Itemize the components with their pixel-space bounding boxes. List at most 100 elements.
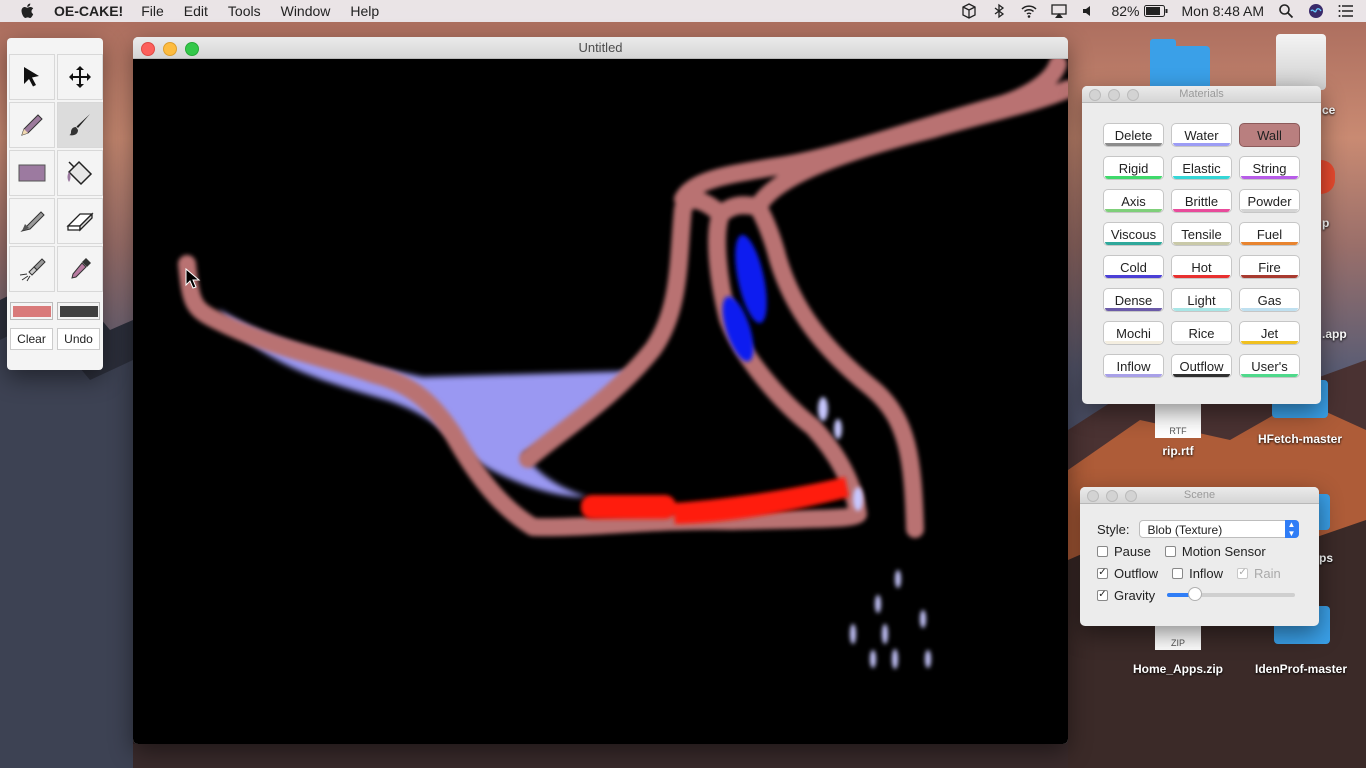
bluetooth-icon[interactable] [991,3,1007,19]
motion-sensor-checkbox[interactable]: Motion Sensor [1164,544,1266,559]
gravity-slider[interactable] [1167,587,1296,601]
material-string-button[interactable]: String [1240,157,1299,179]
menu-edit[interactable]: Edit [184,3,208,19]
zoom-button[interactable] [1125,490,1137,502]
material-users-button[interactable]: User's [1240,355,1299,377]
material-light-button[interactable]: Light [1172,289,1231,311]
canvas-window-titlebar[interactable]: Untitled [133,37,1068,59]
material-fire-button[interactable]: Fire [1240,256,1299,278]
material-inflow-button[interactable]: Inflow [1104,355,1163,377]
gravity-label: Gravity [1114,587,1156,603]
primary-color-swatch[interactable] [10,302,53,320]
airplay-icon[interactable] [1051,3,1068,19]
material-jet-button[interactable]: Jet [1240,322,1299,344]
rectangle-icon [18,164,46,182]
close-button[interactable] [141,42,155,56]
menu-help[interactable]: Help [350,3,379,19]
clear-button[interactable]: Clear [10,328,53,350]
desktop-rtf-file[interactable]: RTF rip.rtf [1148,404,1208,458]
pause-checkbox[interactable]: Pause [1097,544,1151,559]
minimize-button[interactable] [1106,490,1118,502]
material-rigid-button[interactable]: Rigid [1104,157,1163,179]
scene-titlebar[interactable]: Scene [1080,487,1319,504]
apple-logo-icon[interactable] [20,3,34,19]
material-cold-button[interactable]: Cold [1104,256,1163,278]
desktop-drive-icon[interactable] [1276,34,1326,90]
checkbox-icon: ✓ [1097,567,1108,579]
material-powder-button[interactable]: Powder [1240,190,1299,212]
menu-window[interactable]: Window [281,3,331,19]
material-elastic-button[interactable]: Elastic [1172,157,1231,179]
app-name-menu[interactable]: OE-CAKE! [54,3,123,19]
knife-tool-button[interactable] [9,198,55,244]
volume-icon[interactable] [1081,3,1097,19]
material-gas-button[interactable]: Gas [1240,289,1299,311]
style-select[interactable]: Blob (Texture) ▲ ▼ [1138,520,1299,538]
desktop-label-idenprof: IdenProf-master [1254,662,1348,676]
paint-bucket-icon [67,160,93,186]
materials-titlebar[interactable]: Materials [1082,86,1321,103]
desktop-zip-file[interactable]: ZIP Home_Apps.zip [1128,626,1228,676]
eraser-tool-button[interactable] [57,198,103,244]
select-arrows-icon: ▲ ▼ [1284,520,1299,538]
rectangle-tool-button[interactable] [9,150,55,196]
wifi-icon[interactable] [1021,3,1037,19]
close-button[interactable] [1087,490,1099,502]
minimize-button[interactable] [1108,89,1120,101]
materials-title: Materials [1179,88,1224,100]
material-rice-button[interactable]: Rice [1172,322,1231,344]
fill-tool-button[interactable] [57,150,103,196]
menu-bar: OE-CAKE! File Edit Tools Window Help 82%… [0,0,1366,22]
desktop-partial-label-p: p [1322,216,1330,230]
outflow-label: Outflow [1114,565,1159,581]
undo-button[interactable]: Undo [57,328,100,350]
menu-tools[interactable]: Tools [228,3,261,19]
material-wall-button[interactable]: Wall [1240,124,1299,146]
secondary-color-swatch[interactable] [57,302,100,320]
material-brittle-button[interactable]: Brittle [1172,190,1231,212]
desktop-red-app-icon[interactable] [1321,160,1335,194]
close-button[interactable] [1089,89,1101,101]
menubar-clock[interactable]: Mon 8:48 AM [1182,3,1265,19]
outflow-checkbox[interactable]: ✓ Outflow [1097,566,1158,581]
zoom-button[interactable] [1127,89,1139,101]
eraser-icon [66,212,94,232]
material-fuel-button[interactable]: Fuel [1240,223,1299,245]
zoom-button[interactable] [185,42,199,56]
material-viscous-button[interactable]: Viscous [1104,223,1163,245]
flashlight-icon [19,258,46,282]
desktop-partial-label-ps: ps [1319,551,1334,565]
move-tool-button[interactable] [57,54,103,100]
rain-checkbox: ✓ Rain [1237,566,1281,581]
menu-file[interactable]: File [141,3,164,19]
brush-tool-button[interactable] [57,102,103,148]
material-hot-button[interactable]: Hot [1172,256,1231,278]
checkbox-icon [1097,545,1108,557]
inflow-label: Inflow [1189,565,1224,581]
simulation-canvas[interactable] [133,59,1068,744]
gravity-checkbox[interactable]: ✓ Gravity [1097,588,1155,603]
inflow-checkbox[interactable]: Inflow [1172,566,1223,581]
material-axis-button[interactable]: Axis [1104,190,1163,212]
notification-center-icon[interactable] [1338,3,1354,19]
siri-icon[interactable] [1308,3,1324,19]
flashlight-tool-button[interactable] [9,246,55,292]
minimize-button[interactable] [163,42,177,56]
material-water-button[interactable]: Water [1172,124,1231,146]
material-mochi-button[interactable]: Mochi [1104,322,1163,344]
select-tool-button[interactable] [9,54,55,100]
cube-status-icon[interactable] [961,3,977,19]
material-dense-button[interactable]: Dense [1104,289,1163,311]
checkbox-icon: ✓ [1097,589,1108,601]
desktop-label-rip-rtf: rip.rtf [1162,444,1194,458]
wall-strokes [178,59,1068,538]
spotlight-search-icon[interactable] [1278,3,1294,19]
scene-title: Scene [1183,489,1216,501]
gravity-slider-knob[interactable] [1188,587,1203,601]
pencil-tool-button[interactable] [9,102,55,148]
eyedropper-tool-button[interactable] [57,246,103,292]
battery-icon[interactable] [1143,5,1168,17]
material-outflow-button[interactable]: Outflow [1172,355,1231,377]
material-tensile-button[interactable]: Tensile [1172,223,1231,245]
material-delete-button[interactable]: Delete [1104,124,1163,146]
